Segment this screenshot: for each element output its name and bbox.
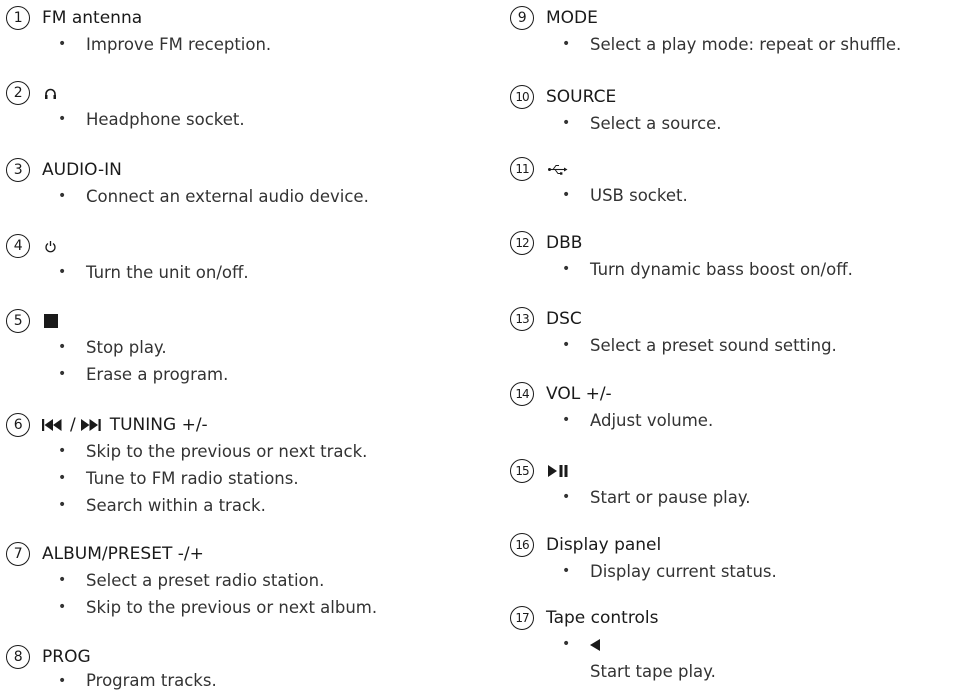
- item-number: 4: [6, 234, 30, 258]
- item-description: Select a play mode: repeat or shuffle.: [510, 31, 968, 58]
- item-1: 1 FM antenna Improve FM reception.: [6, 5, 476, 58]
- item-title: Tape controls: [546, 608, 659, 628]
- item-number: 13: [510, 307, 534, 331]
- item-17: 17 Tape controls Start tape play.: [510, 605, 968, 685]
- item-description: Turn dynamic bass boost on/off.: [510, 256, 968, 283]
- item-number: 16: [510, 533, 534, 557]
- item-9: 9 MODE Select a play mode: repeat or shu…: [510, 5, 968, 58]
- item-number: 15: [510, 459, 534, 483]
- play-reverse-icon: [590, 631, 600, 658]
- usb-icon: [548, 164, 568, 175]
- item-8: 8 PROG Program tracks.: [6, 644, 476, 692]
- item-number: 11: [510, 157, 534, 181]
- item-12: 12 DBB Turn dynamic bass boost on/off.: [510, 230, 968, 283]
- power-icon: [44, 240, 57, 253]
- item-10: 10 SOURCE Select a source.: [510, 84, 968, 137]
- headphone-icon: [44, 87, 57, 100]
- prev-next-icon: /: [42, 415, 104, 435]
- item-number: 17: [510, 606, 534, 630]
- item-5: 5 Stop play. Erase a program.: [6, 308, 476, 388]
- item-title: AUDIO-IN: [42, 160, 122, 180]
- item-title: PROG: [42, 647, 91, 667]
- item-title: Display panel: [546, 535, 662, 555]
- item-number: 9: [510, 6, 534, 30]
- item-description: Erase a program.: [6, 361, 476, 388]
- item-description: USB socket.: [510, 182, 968, 209]
- item-description: Connect an external audio device.: [6, 183, 476, 210]
- item-number: 3: [6, 158, 30, 182]
- item-number: 12: [510, 231, 534, 255]
- item-15: 15 Start or pause play.: [510, 458, 968, 511]
- item-description: Tune to FM radio stations.: [6, 465, 476, 492]
- item-3: 3 AUDIO-IN Connect an external audio dev…: [6, 157, 476, 210]
- item-number: 10: [510, 85, 534, 109]
- item-13: 13 DSC Select a preset sound setting.: [510, 306, 968, 359]
- item-number: 6: [6, 413, 30, 437]
- item-description: Turn the unit on/off.: [6, 259, 476, 286]
- item-title: SOURCE: [546, 87, 617, 107]
- play-pause-icon: [548, 465, 568, 477]
- item-description: Select a preset sound setting.: [510, 332, 968, 359]
- item-6: 6 / TUNING +/- Skip to the previous or n…: [6, 412, 476, 519]
- item-description: Display current status.: [510, 558, 968, 585]
- item-title: FM antenna: [42, 8, 143, 28]
- item-number: 2: [6, 81, 30, 105]
- item-7: 7 ALBUM/PRESET -/+ Select a preset radio…: [6, 541, 476, 621]
- item-number: 8: [6, 645, 30, 669]
- item-description: Start tape play.: [590, 662, 716, 681]
- item-4: 4 Turn the unit on/off.: [6, 233, 476, 286]
- item-description: Stop play.: [6, 334, 476, 361]
- item-11: 11 USB socket.: [510, 156, 968, 209]
- item-description: Start or pause play.: [510, 484, 968, 511]
- item-description: Search within a track.: [6, 492, 476, 519]
- item-2: 2 Headphone socket.: [6, 80, 476, 133]
- item-title: DSC: [546, 309, 582, 329]
- item-title-group: / TUNING +/-: [42, 415, 208, 435]
- item-number: 5: [6, 309, 30, 333]
- item-number: 7: [6, 542, 30, 566]
- item-description: Skip to the previous or next album.: [6, 594, 476, 621]
- item-title: ALBUM/PRESET -/+: [42, 544, 204, 564]
- item-title: VOL +/-: [546, 384, 612, 404]
- item-description: Improve FM reception.: [6, 31, 476, 58]
- item-description: Select a preset radio station.: [6, 567, 476, 594]
- item-title: DBB: [546, 233, 583, 253]
- item-description: Adjust volume.: [510, 407, 968, 434]
- item-16: 16 Display panel Display current status.: [510, 532, 968, 585]
- item-14: 14 VOL +/- Adjust volume.: [510, 381, 968, 434]
- tape-play-bullet: [510, 631, 968, 658]
- stop-icon: [44, 314, 58, 328]
- item-description: Select a source.: [510, 110, 968, 137]
- item-description: Skip to the previous or next track.: [6, 438, 476, 465]
- item-title: TUNING +/-: [109, 415, 208, 435]
- item-number: 1: [6, 6, 30, 30]
- item-number: 14: [510, 382, 534, 406]
- item-description: Program tracks.: [6, 670, 476, 692]
- item-title: MODE: [546, 8, 598, 28]
- separator: /: [70, 415, 76, 435]
- item-description: Headphone socket.: [6, 106, 476, 133]
